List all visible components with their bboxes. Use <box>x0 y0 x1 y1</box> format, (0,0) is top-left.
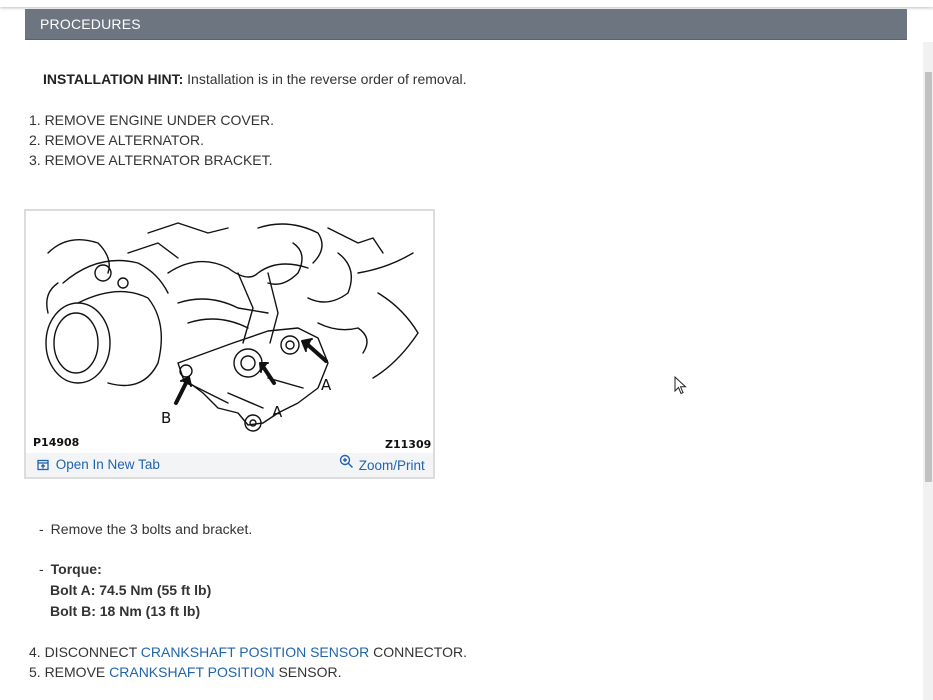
crankshaft-position-link[interactable]: CRANKSHAFT POSITION <box>109 664 274 680</box>
open-in-new-tab-link[interactable]: Open In New Tab <box>37 457 160 472</box>
hint-text: Installation is in the reverse order of … <box>183 71 467 87</box>
step-3: 3. REMOVE ALTERNATOR BRACKET. <box>29 152 273 168</box>
note-remove-text: Remove the 3 bolts and bracket. <box>50 521 253 537</box>
hint-label: INSTALLATION HINT: <box>43 71 184 87</box>
step-1: 1. REMOVE ENGINE UNDER COVER. <box>29 112 275 128</box>
note-remove: - Remove the 3 bolts and bracket. <box>39 521 252 537</box>
scrollbar-thumb[interactable] <box>925 72 932 482</box>
bullet: - <box>39 561 44 577</box>
crankshaft-position-sensor-link[interactable]: CRANKSHAFT POSITION SENSOR <box>141 644 369 660</box>
bolt-a-torque: Bolt A: 74.5 Nm (55 ft lb) <box>50 582 212 598</box>
step-5-suffix: SENSOR. <box>274 664 342 680</box>
scrollbar[interactable] <box>923 42 933 700</box>
bullet: - <box>39 521 44 537</box>
note-torque: - Torque: <box>39 561 102 577</box>
procedures-header: PROCEDURES <box>25 9 907 40</box>
label-a-lower: A <box>272 403 283 421</box>
figure-footer: Open In New Tab Zoom/Print <box>26 453 433 477</box>
label-a-upper: A <box>321 376 332 394</box>
step-4-suffix: CONNECTOR. <box>369 644 467 660</box>
figure-code-right: Z11309 <box>385 438 432 451</box>
zoom-print-label: Zoom/Print <box>358 458 425 473</box>
alternator-bracket-illustration <box>45 222 419 432</box>
step-5: 5. REMOVE CRANKSHAFT POSITION SENSOR. <box>29 664 341 680</box>
step-5-prefix: 5. REMOVE <box>29 664 110 680</box>
mouse-cursor-icon <box>674 376 687 395</box>
figure-card: A A B P14908 Z11309 Open In New Tab Zoom… <box>24 209 435 479</box>
step-4: 4. DISCONNECT CRANKSHAFT POSITION SENSOR… <box>29 644 467 660</box>
figure-code-left: P14908 <box>33 436 80 449</box>
zoom-print-link[interactable]: Zoom/Print <box>339 454 425 473</box>
zoom-icon <box>339 454 354 470</box>
step-2: 2. REMOVE ALTERNATOR. <box>29 132 205 148</box>
installation-hint: INSTALLATION HINT: Installation is in th… <box>43 71 467 87</box>
step-4-prefix: 4. DISCONNECT <box>29 644 141 660</box>
header-title: PROCEDURES <box>40 16 141 32</box>
bolt-b-torque: Bolt B: 18 Nm (13 ft lb) <box>50 603 201 619</box>
open-tab-icon <box>37 457 49 472</box>
torque-label: Torque: <box>50 561 102 577</box>
open-in-new-tab-label: Open In New Tab <box>55 457 160 472</box>
top-strip <box>0 0 933 7</box>
label-b: B <box>161 409 172 427</box>
